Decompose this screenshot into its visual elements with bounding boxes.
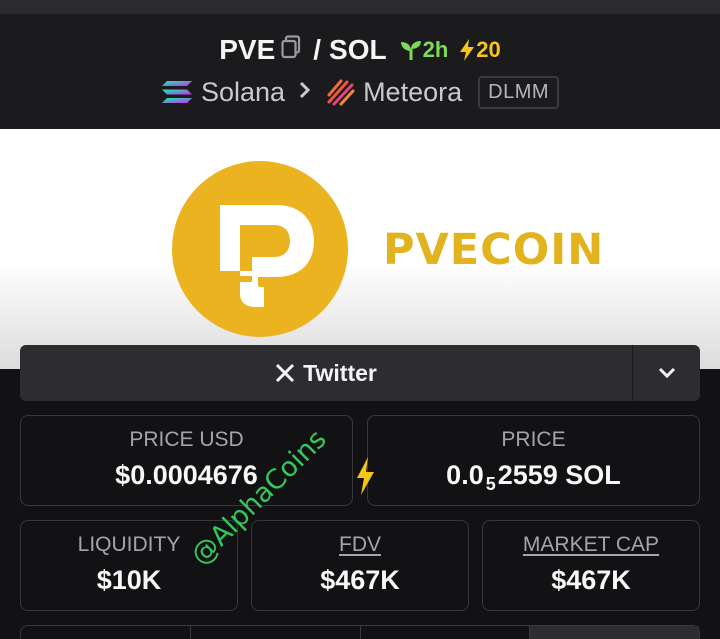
market-cap-label[interactable]: MARKET CAP xyxy=(483,533,699,557)
pair-age-value: 2h xyxy=(422,37,449,62)
timeframe-tab[interactable] xyxy=(191,626,361,639)
timeframe-tab[interactable] xyxy=(530,626,699,639)
solana-icon xyxy=(161,81,192,103)
price-native-card: PRICE 0.0 52559 SOL xyxy=(367,415,700,506)
timeframe-tab[interactable] xyxy=(361,626,531,639)
fdv-value: $467K xyxy=(320,565,400,595)
timeframe-tab[interactable] xyxy=(21,626,191,639)
chevron-right-icon xyxy=(299,78,311,106)
price-native-value: 0.0 52559 SOL xyxy=(368,460,699,495)
social-links-bar: Twitter xyxy=(20,345,700,401)
pair-separator: / xyxy=(313,34,322,65)
base-symbol: PVE xyxy=(219,34,276,65)
pvecoin-logo xyxy=(172,161,348,337)
lightning-icon xyxy=(460,39,475,61)
token-banner: PVECOIN xyxy=(0,129,720,369)
boost-count[interactable]: 20 xyxy=(458,37,501,63)
twitter-label: Twitter xyxy=(303,359,377,386)
seedling-icon xyxy=(400,41,421,60)
price-suffix: 2559 SOL xyxy=(497,460,621,490)
price-zero-count: 5 xyxy=(485,474,496,494)
market-cap-value: $467K xyxy=(551,565,631,595)
status-strip xyxy=(0,0,720,14)
price-prefix: 0.0 xyxy=(446,460,484,490)
boost-count-value: 20 xyxy=(476,37,501,62)
dex-name[interactable]: Meteora xyxy=(363,77,462,108)
chain-name[interactable]: Solana xyxy=(201,77,285,108)
pair-title: PVE / SOL 2h 20 xyxy=(0,32,720,68)
socials-dropdown-button[interactable] xyxy=(632,345,701,401)
meteora-icon xyxy=(327,79,355,106)
copy-icon[interactable] xyxy=(281,34,301,66)
x-logo-icon xyxy=(275,363,295,383)
fdv-card: FDV $467K xyxy=(251,520,469,611)
chevron-down-icon xyxy=(658,367,676,379)
twitter-button[interactable]: Twitter xyxy=(20,345,632,401)
p-letter-icon xyxy=(220,205,314,307)
price-label: PRICE xyxy=(501,428,566,451)
pool-type-badge: DLMM xyxy=(478,75,560,109)
breadcrumb: Solana Meteora DLMM xyxy=(0,72,720,112)
fdv-label[interactable]: FDV xyxy=(252,533,468,557)
logo-wordmark: PVECOIN xyxy=(383,225,605,275)
market-cap-card: MARKET CAP $467K xyxy=(482,520,700,611)
lightning-icon xyxy=(354,456,376,501)
pair-age: 2h xyxy=(399,37,449,63)
quote-symbol: SOL xyxy=(329,34,387,65)
